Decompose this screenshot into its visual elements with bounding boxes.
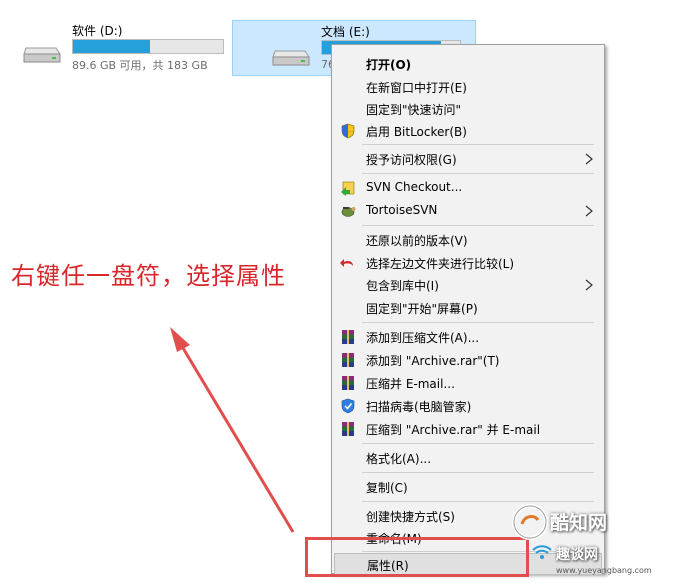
menu-item-label: TortoiseSVN	[366, 203, 438, 217]
menu-separator	[362, 443, 594, 444]
menu-separator	[362, 472, 594, 473]
winrar-icon	[342, 376, 354, 390]
menu-item-include-library[interactable]: 包含到库中(I)	[334, 274, 602, 296]
menu-item-format[interactable]: 格式化(A)...	[334, 447, 602, 469]
menu-item-label: 在新窗口中打开(E)	[366, 81, 467, 95]
menu-item-compress-email[interactable]: 压缩并 E-mail...	[334, 372, 602, 394]
menu-item-label: 压缩到 "Archive.rar" 并 E-mail	[366, 423, 541, 437]
menu-separator	[362, 173, 594, 174]
svn-checkout-icon	[341, 181, 355, 196]
menu-item-label: 还原以前的版本(V)	[366, 234, 468, 248]
menu-item-label: 打开(O)	[366, 58, 412, 72]
menu-item-label: 格式化(A)...	[366, 452, 432, 466]
menu-item-label: 添加到 "Archive.rar"(T)	[366, 354, 500, 368]
drive-space-info: 89.6 GB 可用，共 183 GB	[72, 59, 208, 72]
menu-item-pin-quick-access[interactable]: 固定到"快速访问"	[334, 98, 602, 120]
watermark-url: www.yueyangbang.com	[556, 566, 652, 575]
winrar-icon	[342, 353, 354, 367]
menu-item-svn-checkout[interactable]: SVN Checkout...	[334, 177, 602, 199]
winrar-icon	[342, 422, 354, 436]
chevron-right-icon	[585, 153, 593, 165]
menu-item-compress-rar-email[interactable]: 压缩到 "Archive.rar" 并 E-mail	[334, 418, 602, 440]
chevron-right-icon	[585, 205, 593, 217]
menu-item-add-archive[interactable]: 添加到压缩文件(A)...	[334, 326, 602, 348]
menu-item-restore-previous[interactable]: 还原以前的版本(V)	[334, 229, 602, 251]
menu-separator	[362, 144, 594, 145]
watermark-logo-icon	[512, 504, 548, 540]
bitlocker-shield-icon	[341, 123, 355, 139]
menu-item-compare-left[interactable]: 选择左边文件夹进行比较(L)	[334, 252, 602, 274]
menu-item-label: 选择左边文件夹进行比较(L)	[366, 257, 515, 271]
menu-item-open-new-window[interactable]: 在新窗口中打开(E)	[334, 76, 602, 98]
menu-item-bitlocker[interactable]: 启用 BitLocker(B)	[334, 120, 602, 142]
menu-item-label: 扫描病毒(电脑管家)	[366, 400, 472, 414]
menu-item-open[interactable]: 打开(O)	[334, 53, 602, 75]
hard-drive-icon	[272, 50, 310, 66]
menu-item-label: 包含到库中(I)	[366, 279, 439, 293]
annotation-text: 右键任一盘符，选择属性	[11, 262, 286, 290]
menu-item-add-archive-rar[interactable]: 添加到 "Archive.rar"(T)	[334, 349, 602, 371]
drive-d-tile[interactable]: 软件 (D:) 89.6 GB 可用，共 183 GB	[0, 20, 230, 74]
tortoisesvn-icon	[341, 207, 356, 217]
winrar-icon	[342, 330, 354, 344]
menu-item-pin-start[interactable]: 固定到"开始"屏幕(P)	[334, 297, 602, 319]
menu-item-label: 复制(C)	[366, 481, 408, 495]
menu-item-label: 添加到压缩文件(A)...	[366, 331, 480, 345]
menu-item-label: 授予访问权限(G)	[366, 153, 457, 167]
menu-item-tortoisesvn[interactable]: TortoiseSVN	[334, 200, 602, 222]
drive-name: 文档 (E:)	[321, 25, 370, 39]
compare-undo-icon	[340, 259, 353, 267]
menu-item-label: 固定到"快速访问"	[366, 103, 462, 117]
menu-item-label: 压缩并 E-mail...	[366, 377, 455, 391]
hard-drive-icon	[23, 47, 61, 63]
menu-item-scan-virus[interactable]: 扫描病毒(电脑管家)	[334, 395, 602, 417]
watermark-text-secondary: 趣谈网	[556, 547, 598, 563]
drive-usage-bar	[72, 39, 224, 54]
drive-name: 软件 (D:)	[72, 24, 123, 38]
watermark-text-primary: 酷知网	[550, 512, 608, 534]
menu-item-label: 创建快捷方式(S)	[366, 510, 455, 524]
menu-separator	[362, 225, 594, 226]
chevron-right-icon	[585, 279, 593, 291]
menu-item-label: 启用 BitLocker(B)	[366, 125, 467, 139]
menu-item-label: SVN Checkout...	[366, 180, 463, 194]
watermark-wifi-icon	[532, 545, 552, 559]
antivirus-shield-icon	[341, 398, 355, 414]
menu-item-label: 固定到"开始"屏幕(P)	[366, 302, 478, 316]
menu-item-grant-access[interactable]: 授予访问权限(G)	[334, 148, 602, 170]
menu-separator	[362, 322, 594, 323]
watermark: 酷知网 趣谈网 www.yueyangbang.com	[470, 488, 682, 583]
drive-usage-fill	[73, 40, 150, 53]
